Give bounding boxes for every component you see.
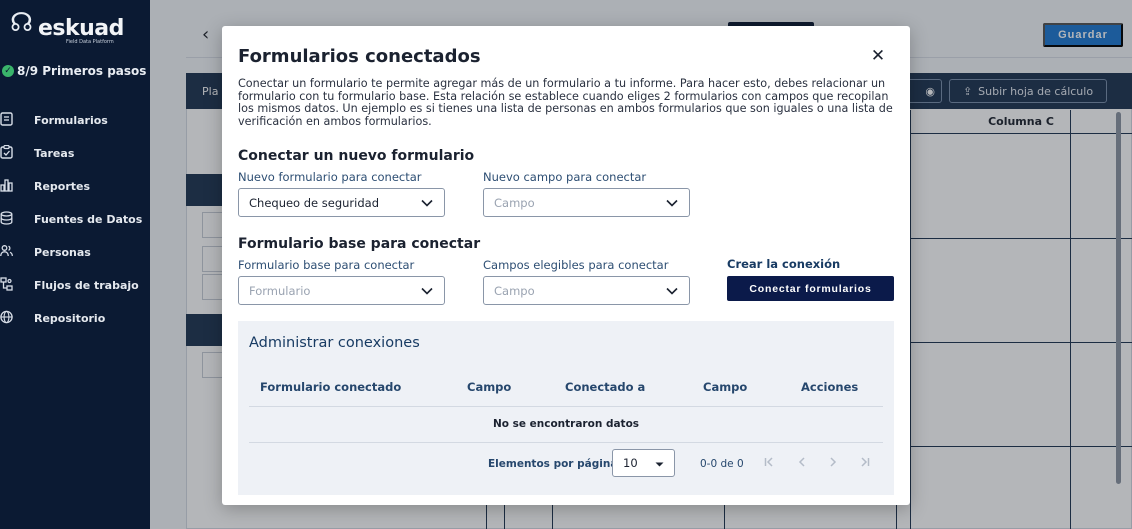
sidebar-item-formularios[interactable]: Formularios bbox=[0, 104, 150, 137]
sidebar-item-label: Repositorio bbox=[34, 312, 106, 325]
sidebar-item-personas[interactable]: Personas bbox=[0, 236, 150, 269]
sidebar: ☊ eskuad Field Data Platform ✓ 8/9 Prime… bbox=[0, 0, 150, 529]
clipboard-icon bbox=[0, 144, 16, 163]
connect-new-form-title: Conectar un nuevo formulario bbox=[238, 148, 475, 164]
sidebar-nav: Formularios Tareas Reportes Fuentes de D… bbox=[0, 104, 150, 335]
new-form-select[interactable]: Chequeo de seguridad bbox=[238, 188, 445, 217]
column-header-field-2: Campo bbox=[703, 380, 748, 394]
sidebar-item-label: Formularios bbox=[34, 114, 108, 127]
new-field-select[interactable]: Campo bbox=[483, 188, 690, 217]
first-steps-label: 8/9 Primeros pasos bbox=[17, 64, 147, 78]
pagination-range: 0-0 de 0 bbox=[700, 458, 744, 470]
items-per-page-select[interactable]: 10 bbox=[612, 449, 675, 477]
chevron-down-icon bbox=[665, 196, 679, 210]
eligible-fields-label: Campos elegibles para conectar bbox=[483, 258, 669, 272]
new-field-label: Nuevo campo para conectar bbox=[483, 170, 647, 184]
chevron-down-icon bbox=[420, 284, 434, 298]
column-header-field: Campo bbox=[467, 380, 512, 394]
close-icon[interactable]: ✕ bbox=[867, 45, 889, 67]
new-field-placeholder: Campo bbox=[494, 195, 535, 210]
column-header-connected-form: Formulario conectado bbox=[260, 380, 402, 394]
previous-page-icon[interactable] bbox=[793, 453, 811, 471]
sidebar-item-flujos-de-trabajo[interactable]: Flujos de trabajo bbox=[0, 269, 150, 302]
next-page-icon[interactable] bbox=[824, 453, 842, 471]
sidebar-item-reportes[interactable]: Reportes bbox=[0, 170, 150, 203]
modal-title: Formularios conectados bbox=[238, 46, 481, 67]
sidebar-item-repositorio[interactable]: Repositorio bbox=[0, 302, 150, 335]
table-divider bbox=[249, 406, 883, 407]
sidebar-item-label: Flujos de trabajo bbox=[34, 279, 139, 292]
sidebar-item-label: Tareas bbox=[34, 147, 75, 160]
check-circle-icon: ✓ bbox=[2, 65, 14, 77]
sidebar-item-label: Fuentes de Datos bbox=[34, 213, 143, 226]
logo-mark-icon: ☊ bbox=[10, 8, 34, 38]
base-form-title: Formulario base para conectar bbox=[238, 236, 481, 252]
form-icon bbox=[0, 111, 16, 130]
eligible-fields-placeholder: Campo bbox=[494, 283, 535, 298]
sidebar-item-fuentes-de-datos[interactable]: Fuentes de Datos bbox=[0, 203, 150, 236]
chevron-down-icon bbox=[420, 196, 434, 210]
sidebar-item-label: Reportes bbox=[34, 180, 91, 193]
new-form-value: Chequeo de seguridad bbox=[249, 195, 380, 210]
caret-down-icon bbox=[655, 456, 664, 470]
eskuad-logo[interactable]: ☊ eskuad Field Data Platform bbox=[8, 6, 124, 45]
logo-text: eskuad bbox=[38, 16, 124, 41]
globe-icon bbox=[0, 310, 16, 328]
last-page-icon[interactable] bbox=[855, 453, 873, 471]
base-form-label: Formulario base para conectar bbox=[238, 258, 415, 272]
table-divider bbox=[249, 442, 883, 443]
items-per-page-value: 10 bbox=[623, 456, 638, 470]
chevron-down-icon bbox=[665, 284, 679, 298]
people-icon bbox=[0, 244, 16, 262]
manage-connections-title: Administrar conexiones bbox=[249, 335, 420, 351]
sidebar-item-tareas[interactable]: Tareas bbox=[0, 137, 150, 170]
first-steps-progress[interactable]: ✓ 8/9 Primeros pasos bbox=[2, 64, 146, 78]
modal-description: Conectar un formulario te permite agrega… bbox=[238, 77, 893, 128]
logo-tagline: Field Data Platform bbox=[66, 39, 114, 45]
base-form-placeholder: Formulario bbox=[249, 283, 311, 298]
column-header-connected-to: Conectado a bbox=[565, 380, 646, 394]
column-header-actions: Acciones bbox=[801, 380, 859, 394]
empty-state-message: No se encontraron datos bbox=[492, 418, 640, 430]
manage-connections-panel: Administrar conexiones Formulario conect… bbox=[238, 321, 894, 495]
chart-icon bbox=[0, 178, 16, 196]
create-connection-label: Crear la conexión bbox=[727, 257, 841, 271]
connect-forms-button[interactable]: Conectar formularios bbox=[727, 276, 894, 301]
base-form-select[interactable]: Formulario bbox=[238, 276, 445, 305]
first-page-icon[interactable] bbox=[761, 453, 779, 471]
sidebar-item-label: Personas bbox=[34, 246, 91, 259]
database-icon bbox=[0, 210, 16, 229]
new-form-label: Nuevo formulario para conectar bbox=[238, 170, 422, 184]
connected-forms-modal: Formularios conectados ✕ Conectar un for… bbox=[222, 26, 910, 505]
workflow-icon bbox=[0, 276, 16, 295]
eligible-fields-select[interactable]: Campo bbox=[483, 276, 690, 305]
items-per-page-label: Elementos por página: bbox=[488, 458, 622, 470]
